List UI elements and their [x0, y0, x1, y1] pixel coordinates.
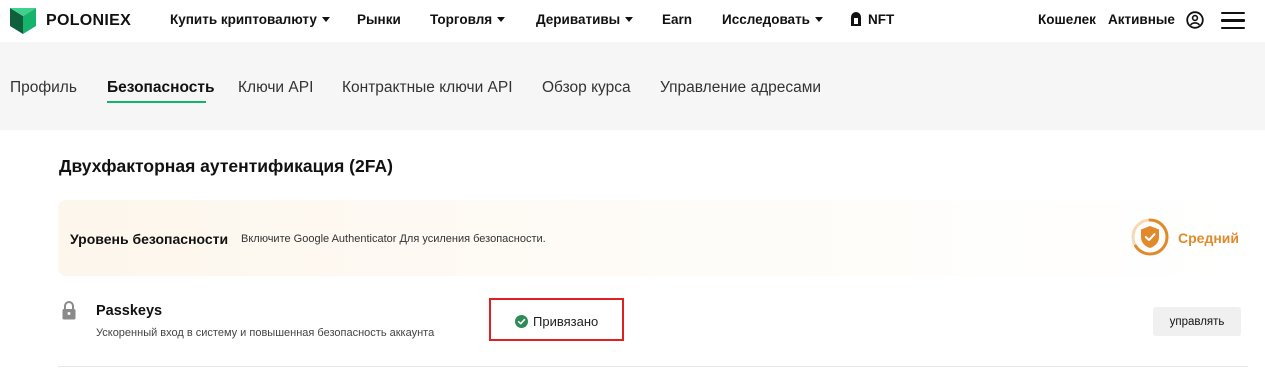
- tab-api-keys[interactable]: Ключи API: [238, 79, 313, 97]
- top-navigation: POLONIEX Купить криптовалюту Рынки Торго…: [0, 0, 1265, 42]
- brand-logo[interactable]: POLONIEX: [10, 6, 131, 36]
- nav-nft-label: NFT: [868, 12, 895, 27]
- security-level-label: Уровень безопасности: [70, 231, 229, 247]
- wallet-link[interactable]: Кошелек: [1038, 12, 1096, 27]
- tab-profile[interactable]: Профиль: [10, 79, 77, 97]
- manage-passkeys-button[interactable]: управлять: [1153, 307, 1241, 336]
- tab-contract-api-keys[interactable]: Контрактные ключи API: [342, 79, 513, 97]
- nav-derivatives[interactable]: Деривативы: [536, 12, 634, 27]
- passkeys-description: Ускоренный вход в систему и повышенная б…: [96, 327, 435, 339]
- nav-trade-label: Торговля: [430, 12, 493, 27]
- chevron-down-icon: [814, 17, 823, 22]
- poloniex-logo-icon: [10, 8, 36, 34]
- passkeys-status-highlight: Привязано: [489, 298, 624, 341]
- assets-link[interactable]: Активные: [1108, 12, 1175, 27]
- active-tab-indicator: [107, 101, 206, 103]
- nav-derivatives-label: Деривативы: [536, 12, 621, 27]
- brand-name: POLONIEX: [46, 12, 132, 29]
- nav-explore-label: Исследовать: [722, 12, 810, 27]
- section-title: Двухфакторная аутентификация (2FA): [59, 156, 393, 176]
- shield-icon: [1131, 218, 1169, 256]
- status-badge: Привязано: [515, 314, 598, 329]
- account-tabs: Профиль Безопасность Ключи API Контрактн…: [0, 42, 1265, 130]
- hamburger-menu-icon[interactable]: [1221, 12, 1245, 30]
- check-circle-icon: [515, 315, 528, 328]
- tab-rates-overview[interactable]: Обзор курса: [542, 79, 631, 97]
- chevron-down-icon: [321, 17, 330, 22]
- nav-buy-crypto-label: Купить криптовалюту: [170, 12, 317, 27]
- tab-address-management[interactable]: Управление адресами: [660, 79, 821, 97]
- chevron-down-icon: [497, 17, 506, 22]
- passkeys-status-text: Привязано: [533, 314, 599, 329]
- nav-buy-crypto[interactable]: Купить криптовалюту: [170, 12, 330, 27]
- passkeys-title: Passkeys: [96, 303, 163, 319]
- nav-markets-label: Рынки: [357, 12, 401, 27]
- nav-trade[interactable]: Торговля: [430, 12, 506, 27]
- user-account-icon[interactable]: [1186, 11, 1204, 29]
- security-level-value: Средний: [1178, 230, 1240, 246]
- security-level-card: Уровень безопасности Включите Google Aut…: [58, 200, 1248, 276]
- nft-icon: [851, 12, 861, 26]
- nav-explore[interactable]: Исследовать: [722, 12, 823, 27]
- lock-icon: [62, 301, 76, 320]
- tab-security[interactable]: Безопасность: [107, 79, 215, 97]
- nav-earn-label: Earn: [662, 12, 693, 27]
- security-level-hint: Включите Google Authenticator Для усилен…: [241, 233, 546, 245]
- nav-nft[interactable]: NFT: [850, 12, 894, 27]
- chevron-down-icon: [625, 17, 634, 22]
- nav-earn[interactable]: Earn: [662, 12, 692, 27]
- row-divider: [58, 366, 1248, 367]
- security-level-gauge: [1130, 217, 1170, 257]
- nav-markets[interactable]: Рынки: [357, 12, 401, 27]
